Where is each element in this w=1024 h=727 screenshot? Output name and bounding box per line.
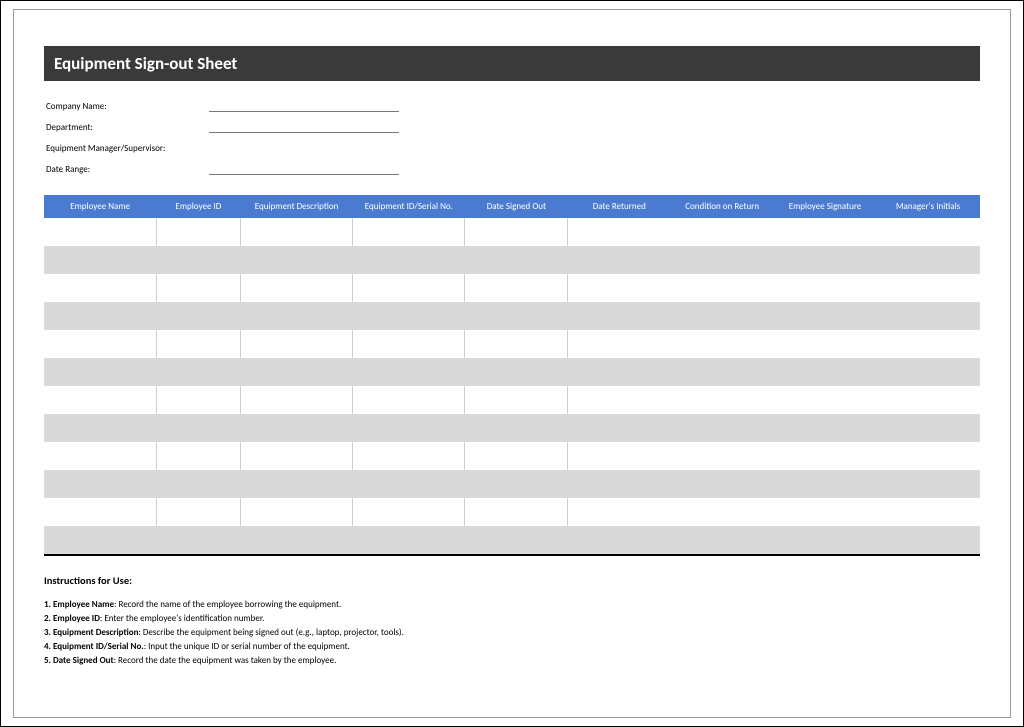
instruction-3-bold: 3. Equipment Description (44, 627, 138, 638)
instruction-2-text: : Enter the employee's identification nu… (100, 613, 264, 624)
info-row-company: Company Name: (44, 95, 980, 112)
table-row[interactable] (44, 498, 980, 526)
label-company: Company Name: (44, 101, 209, 112)
col-condition: Condition on Return (671, 195, 774, 218)
table-row[interactable] (44, 302, 980, 330)
instruction-1: 1. Employee Name: Record the name of the… (44, 599, 980, 610)
table-row[interactable] (44, 526, 980, 554)
table-row[interactable] (44, 358, 980, 386)
info-row-date-range: Date Range: (44, 158, 980, 175)
instruction-4-text: : Input the unique ID or serial number o… (144, 641, 350, 652)
table-row[interactable] (44, 386, 980, 414)
table-row[interactable] (44, 442, 980, 470)
page-title: Equipment Sign-out Sheet (44, 46, 980, 81)
info-block: Company Name: Department: Equipment Mana… (44, 95, 980, 175)
label-date-range: Date Range: (44, 164, 209, 175)
table-row[interactable] (44, 218, 980, 246)
instruction-4: 4. Equipment ID/Serial No.: Input the un… (44, 641, 980, 652)
table-row[interactable] (44, 246, 980, 274)
col-manager-initials: Manager's Initials (877, 195, 980, 218)
table-bottom-rule (44, 554, 980, 556)
table-row[interactable] (44, 470, 980, 498)
instruction-1-text: : Record the name of the employee borrow… (114, 599, 341, 610)
col-equipment-description: Equipment Description (240, 195, 352, 218)
info-row-manager: Equipment Manager/Supervisor: (44, 137, 980, 154)
table-body (44, 218, 980, 554)
instructions-heading: Instructions for Use: (44, 574, 980, 587)
col-date-signed-out: Date Signed Out (465, 195, 568, 218)
table-header-row: Employee Name Employee ID Equipment Desc… (44, 195, 980, 218)
field-company[interactable] (209, 100, 399, 112)
info-row-department: Department: (44, 116, 980, 133)
instruction-5-text: : Record the date the equipment was take… (114, 655, 337, 666)
table-row[interactable] (44, 274, 980, 302)
instruction-5-bold: 5. Date Signed Out (44, 655, 114, 666)
instruction-3-text: : Describe the equipment being signed ou… (138, 627, 404, 638)
instruction-5: 5. Date Signed Out: Record the date the … (44, 655, 980, 666)
label-department: Department: (44, 122, 209, 133)
signout-table: Employee Name Employee ID Equipment Desc… (44, 195, 980, 554)
col-employee-signature: Employee Signature (774, 195, 877, 218)
field-date-range[interactable] (209, 163, 399, 175)
instruction-2: 2. Employee ID: Enter the employee's ide… (44, 613, 980, 624)
col-employee-name: Employee Name (44, 195, 156, 218)
instruction-1-bold: 1. Employee Name (44, 599, 114, 610)
col-equipment-id: Equipment ID/Serial No. (353, 195, 465, 218)
instructions-block: Instructions for Use: 1. Employee Name: … (44, 574, 980, 666)
field-department[interactable] (209, 121, 399, 133)
col-date-returned: Date Returned (568, 195, 671, 218)
instruction-2-bold: 2. Employee ID (44, 613, 100, 624)
col-employee-id: Employee ID (156, 195, 240, 218)
instruction-3: 3. Equipment Description: Describe the e… (44, 627, 980, 638)
document-page: Equipment Sign-out Sheet Company Name: D… (13, 9, 1011, 718)
table-row[interactable] (44, 414, 980, 442)
label-manager: Equipment Manager/Supervisor: (44, 143, 209, 154)
instruction-4-bold: 4. Equipment ID/Serial No. (44, 641, 144, 652)
table-row[interactable] (44, 330, 980, 358)
